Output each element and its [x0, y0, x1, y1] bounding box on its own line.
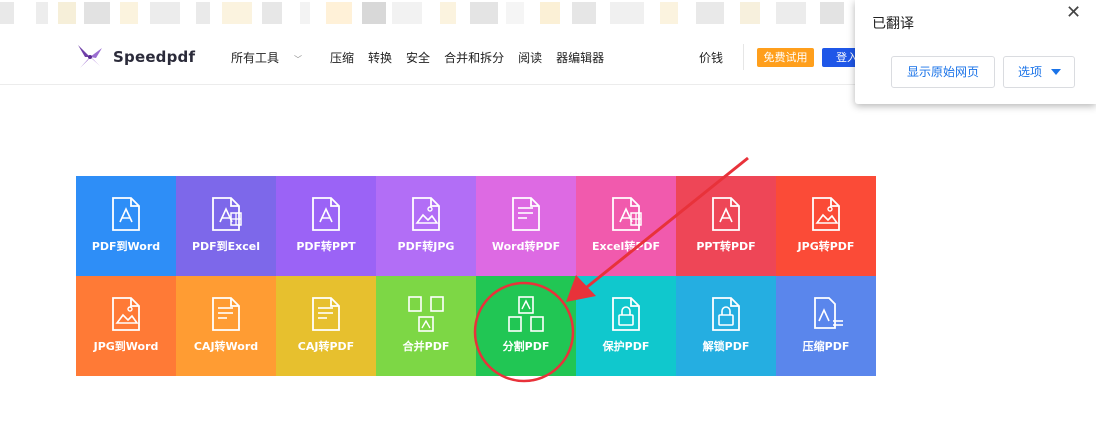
- tool-label: PDF转PPT: [296, 240, 356, 253]
- tool-tile[interactable]: CAJ转Word: [176, 276, 276, 376]
- nav-security[interactable]: 安全: [406, 49, 430, 66]
- merge-pdf-icon: [408, 296, 444, 332]
- main-nav: 所有工具 ﹀ 压缩 转换 安全 合并和拆分 阅读 器编辑器: [231, 49, 618, 66]
- header-divider: [743, 44, 744, 70]
- tool-tile[interactable]: 分割PDF: [476, 276, 576, 376]
- tool-tile[interactable]: PDF转JPG: [376, 176, 476, 276]
- brand-name: Speedpdf: [113, 48, 196, 66]
- tool-label: 合并PDF: [402, 340, 450, 353]
- pdf-ppt-icon: [312, 197, 340, 231]
- tool-tile[interactable]: JPG转PDF: [776, 176, 876, 276]
- options-button[interactable]: 选项: [1003, 56, 1075, 88]
- translate-popup-title: 已翻译: [872, 16, 914, 32]
- ppt-doc-icon: [712, 197, 740, 231]
- tool-label: JPG到Word: [93, 340, 159, 353]
- compress-pdf-icon: [814, 297, 843, 329]
- tool-grid: PDF到Word PDF到Excel PDF转PPT PDF转JPG Word转PDF E…: [76, 176, 876, 376]
- nav-convert[interactable]: 转换: [368, 49, 392, 66]
- tool-label: 解锁PDF: [702, 340, 750, 353]
- tool-label: PDF到Word: [91, 240, 161, 253]
- tool-tile[interactable]: PDF到Excel: [176, 176, 276, 276]
- free-trial-button[interactable]: 免费试用: [757, 48, 814, 67]
- close-icon[interactable]: ✕: [1066, 2, 1081, 23]
- tool-tile[interactable]: 压缩PDF: [776, 276, 876, 376]
- tool-tile[interactable]: Word转PDF: [476, 176, 576, 276]
- pdf-image-icon: [412, 197, 440, 231]
- nav-editor[interactable]: 器编辑器: [556, 49, 604, 66]
- nav-merge-split[interactable]: 合并和拆分: [444, 49, 504, 66]
- butterfly-logo-icon: [78, 45, 102, 68]
- excel-doc-icon: [612, 197, 642, 231]
- nav-read[interactable]: 阅读: [518, 49, 542, 66]
- tool-label: PPT转PDF: [696, 240, 756, 253]
- tool-tile[interactable]: JPG到Word: [76, 276, 176, 376]
- split-pdf-icon: [508, 296, 544, 332]
- tool-label: 压缩PDF: [802, 340, 850, 353]
- tool-label: PDF转JPG: [397, 240, 455, 253]
- pdf-doc-icon: [112, 197, 140, 231]
- caj-pdf-icon: [312, 297, 340, 331]
- tool-label: 保护PDF: [602, 340, 650, 353]
- tool-label: CAJ转PDF: [297, 340, 355, 353]
- unlock-doc-icon: [712, 297, 740, 331]
- tool-tile[interactable]: PPT转PDF: [676, 176, 776, 276]
- translate-popup: 已翻译 ✕ 显示原始网页 选项: [855, 0, 1096, 104]
- nav-compress[interactable]: 压缩: [330, 49, 354, 66]
- tool-tile[interactable]: PDF到Word: [76, 176, 176, 276]
- tool-tile[interactable]: CAJ转PDF: [276, 276, 376, 376]
- tool-label: JPG转PDF: [797, 240, 855, 253]
- word-doc-icon: [512, 197, 540, 231]
- tool-tile[interactable]: 保护PDF: [576, 276, 676, 376]
- tool-tile[interactable]: 合并PDF: [376, 276, 476, 376]
- brand-logo[interactable]: Speedpdf: [76, 44, 195, 70]
- caj-word-icon: [212, 297, 240, 331]
- image-word-icon: [112, 297, 140, 331]
- image-doc-icon: [812, 197, 840, 231]
- tool-tile[interactable]: Excel转PDF: [576, 176, 676, 276]
- nav-all-tools[interactable]: 所有工具 ﹀: [231, 49, 316, 66]
- tool-label: Excel转PDF: [591, 240, 661, 253]
- nav-all-tools-label: 所有工具: [231, 51, 280, 65]
- dropdown-triangle-icon: [1051, 69, 1061, 75]
- chevron-down-icon: ﹀: [294, 55, 303, 64]
- tool-label: CAJ转Word: [193, 340, 259, 353]
- tool-label: Word转PDF: [491, 240, 561, 253]
- show-original-button[interactable]: 显示原始网页: [891, 56, 995, 88]
- pdf-excel-icon: [212, 197, 242, 231]
- tool-label: 分割PDF: [502, 340, 550, 353]
- tool-tile[interactable]: PDF转PPT: [276, 176, 376, 276]
- tool-tile[interactable]: 解锁PDF: [676, 276, 776, 376]
- lock-doc-icon: [612, 297, 640, 331]
- tool-label: PDF到Excel: [191, 240, 261, 253]
- options-label: 选项: [1018, 65, 1043, 79]
- nav-price[interactable]: 价钱: [699, 49, 723, 66]
